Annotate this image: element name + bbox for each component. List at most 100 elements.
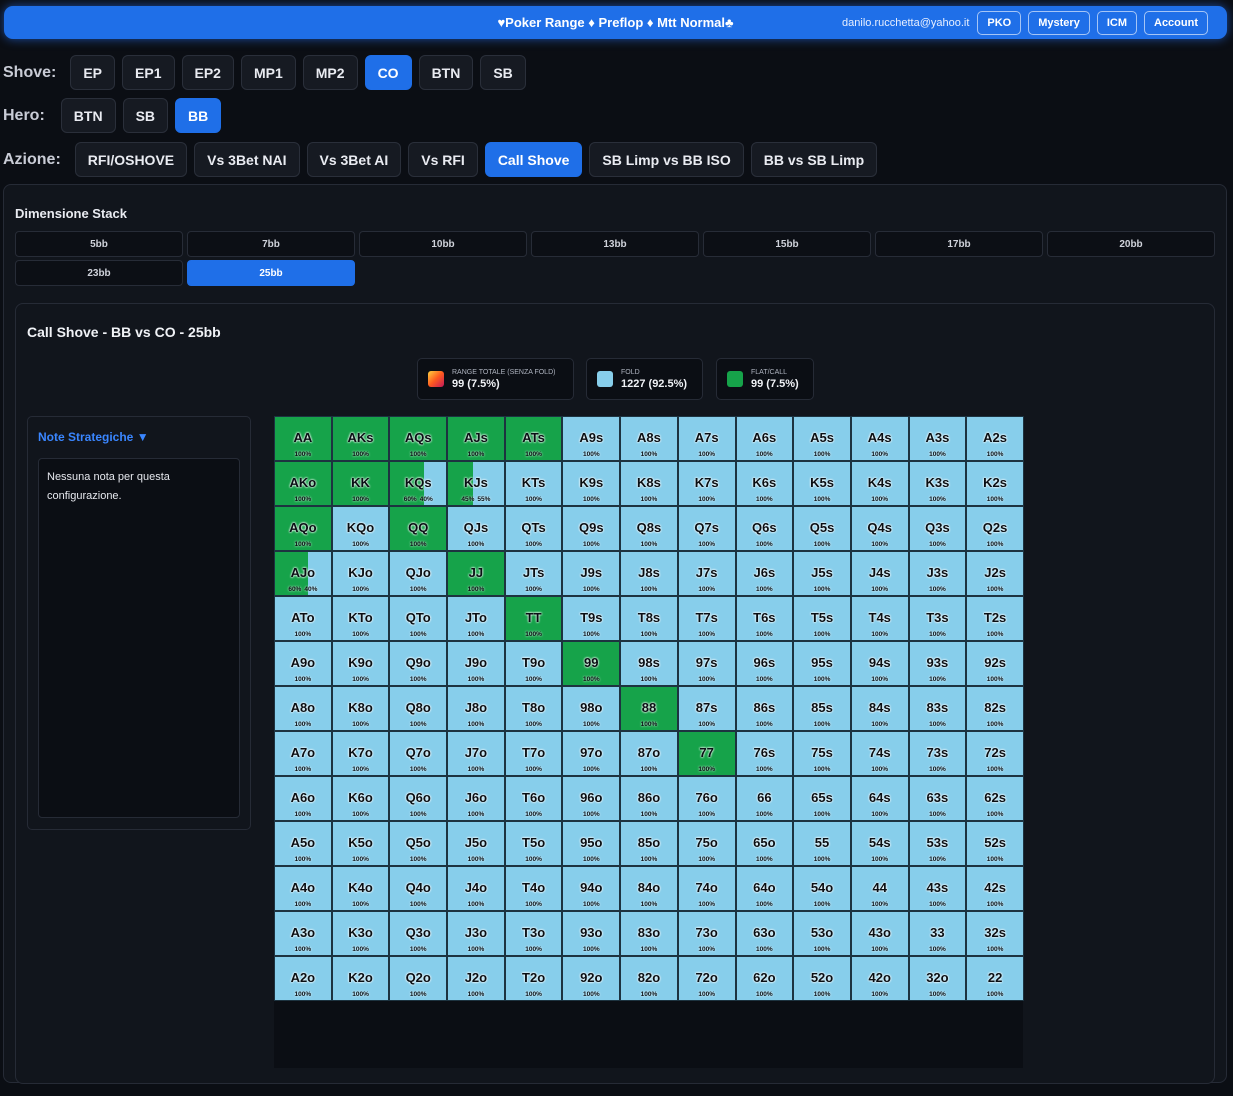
hand-cell[interactable]: 99 100%: [562, 641, 621, 686]
hand-cell[interactable]: 64o 100%: [735, 866, 794, 911]
azione-option-vs-3bet-ai[interactable]: Vs 3Bet AI: [306, 142, 402, 177]
hand-cell[interactable]: 54s 100%: [850, 821, 909, 866]
hand-cell[interactable]: J9o 100%: [447, 641, 505, 686]
hand-cell[interactable]: A9o 100%: [274, 641, 332, 686]
shove-option-ep[interactable]: EP: [70, 55, 116, 90]
hand-cell[interactable]: 98s 100%: [620, 641, 678, 686]
hand-cell[interactable]: JTs 100%: [504, 551, 563, 596]
hand-cell[interactable]: 93s 100%: [908, 641, 967, 686]
hand-cell[interactable]: KQs 60% 40%: [389, 461, 448, 506]
hand-cell[interactable]: 87s 100%: [677, 686, 736, 731]
hand-cell[interactable]: T9s 100%: [562, 596, 621, 641]
hand-cell[interactable]: QJs 100%: [447, 506, 505, 551]
hand-cell[interactable]: 62s 100%: [966, 776, 1024, 821]
hand-cell[interactable]: K8s 100%: [620, 461, 678, 506]
hand-cell[interactable]: 95s 100%: [793, 641, 851, 686]
shove-option-ep2[interactable]: EP2: [181, 55, 234, 90]
hand-cell[interactable]: 65s 100%: [793, 776, 851, 821]
hand-cell[interactable]: J8o 100%: [447, 686, 505, 731]
hand-cell[interactable]: QQ 100%: [389, 506, 448, 551]
hand-cell[interactable]: 32s 100%: [966, 911, 1024, 956]
hand-cell[interactable]: A2o 100%: [274, 956, 332, 1001]
hand-cell[interactable]: 95o 100%: [562, 821, 621, 866]
hand-cell[interactable]: Q6s 100%: [735, 506, 794, 551]
hand-cell[interactable]: 97o 100%: [562, 731, 621, 776]
hand-cell[interactable]: 85s 100%: [793, 686, 851, 731]
hand-cell[interactable]: KJo 100%: [331, 551, 390, 596]
hand-cell[interactable]: A7s 100%: [677, 416, 736, 461]
stack-option-10bb[interactable]: 10bb: [359, 231, 527, 257]
hand-cell[interactable]: T3o 100%: [504, 911, 563, 956]
azione-option-rfi-oshove[interactable]: RFI/OSHOVE: [74, 142, 188, 177]
hand-cell[interactable]: K7s 100%: [677, 461, 736, 506]
hand-cell[interactable]: K3s 100%: [908, 461, 967, 506]
stack-option-25bb[interactable]: 25bb: [187, 260, 355, 286]
hand-cell[interactable]: 55 100%: [793, 821, 851, 866]
hand-cell[interactable]: J4s 100%: [850, 551, 909, 596]
hand-cell[interactable]: 96o 100%: [562, 776, 621, 821]
shove-option-btn[interactable]: BTN: [418, 55, 474, 90]
account-button[interactable]: Account: [1144, 10, 1208, 35]
hand-cell[interactable]: Q7o 100%: [389, 731, 448, 776]
hand-cell[interactable]: 86o 100%: [620, 776, 678, 821]
hand-cell[interactable]: A9s 100%: [562, 416, 621, 461]
hand-cell[interactable]: T4s 100%: [850, 596, 909, 641]
hand-cell[interactable]: 88 100%: [620, 686, 678, 731]
hand-cell[interactable]: T6o 100%: [504, 776, 563, 821]
shove-option-mp2[interactable]: MP2: [302, 55, 358, 90]
hand-cell[interactable]: Q2o 100%: [389, 956, 448, 1001]
hand-cell[interactable]: 44 100%: [850, 866, 909, 911]
hand-cell[interactable]: A5o 100%: [274, 821, 332, 866]
hand-cell[interactable]: QTo 100%: [389, 596, 448, 641]
hand-cell[interactable]: 77 100%: [677, 731, 736, 776]
hand-cell[interactable]: T8o 100%: [504, 686, 563, 731]
hand-cell[interactable]: K7o 100%: [331, 731, 390, 776]
hand-cell[interactable]: A3o 100%: [274, 911, 332, 956]
hand-cell[interactable]: K2s 100%: [966, 461, 1024, 506]
hero-option-btn[interactable]: BTN: [60, 98, 116, 133]
hand-cell[interactable]: J2o 100%: [447, 956, 505, 1001]
hand-cell[interactable]: K8o 100%: [331, 686, 390, 731]
hand-cell[interactable]: Q9o 100%: [389, 641, 448, 686]
hand-cell[interactable]: K2o 100%: [331, 956, 390, 1001]
hand-cell[interactable]: QTs 100%: [504, 506, 563, 551]
hand-cell[interactable]: J6o 100%: [447, 776, 505, 821]
hand-cell[interactable]: T9o 100%: [504, 641, 563, 686]
hand-cell[interactable]: K5s 100%: [793, 461, 851, 506]
hand-cell[interactable]: AKo 100%: [274, 461, 332, 506]
shove-option-ep1[interactable]: EP1: [122, 55, 175, 90]
stack-option-15bb[interactable]: 15bb: [703, 231, 871, 257]
hand-cell[interactable]: AQs 100%: [389, 416, 448, 461]
hand-cell[interactable]: JTo 100%: [447, 596, 505, 641]
hand-cell[interactable]: 94o 100%: [562, 866, 621, 911]
hand-cell[interactable]: Q3s 100%: [908, 506, 967, 551]
hand-cell[interactable]: J9s 100%: [562, 551, 621, 596]
hand-cell[interactable]: 84s 100%: [850, 686, 909, 731]
hand-cell[interactable]: Q3o 100%: [389, 911, 448, 956]
hand-cell[interactable]: T2s 100%: [966, 596, 1024, 641]
hand-cell[interactable]: A6o 100%: [274, 776, 332, 821]
hand-cell[interactable]: 52s 100%: [966, 821, 1024, 866]
hand-cell[interactable]: K4s 100%: [850, 461, 909, 506]
hand-cell[interactable]: Q6o 100%: [389, 776, 448, 821]
hand-cell[interactable]: K4o 100%: [331, 866, 390, 911]
hand-cell[interactable]: 96s 100%: [735, 641, 794, 686]
hand-cell[interactable]: Q7s 100%: [677, 506, 736, 551]
hand-cell[interactable]: Q2s 100%: [966, 506, 1024, 551]
hand-cell[interactable]: A6s 100%: [735, 416, 794, 461]
hand-cell[interactable]: J2s 100%: [966, 551, 1024, 596]
hand-cell[interactable]: 74s 100%: [850, 731, 909, 776]
hand-cell[interactable]: 66 100%: [735, 776, 794, 821]
hand-cell[interactable]: Q4s 100%: [850, 506, 909, 551]
hand-cell[interactable]: A4o 100%: [274, 866, 332, 911]
hand-cell[interactable]: 62o 100%: [735, 956, 794, 1001]
hand-cell[interactable]: T7o 100%: [504, 731, 563, 776]
hand-cell[interactable]: 82s 100%: [966, 686, 1024, 731]
hand-cell[interactable]: A4s 100%: [850, 416, 909, 461]
hand-cell[interactable]: J6s 100%: [735, 551, 794, 596]
hand-cell[interactable]: 76s 100%: [735, 731, 794, 776]
hand-cell[interactable]: 43s 100%: [908, 866, 967, 911]
hand-cell[interactable]: J7o 100%: [447, 731, 505, 776]
stack-option-7bb[interactable]: 7bb: [187, 231, 355, 257]
hand-cell[interactable]: A8o 100%: [274, 686, 332, 731]
